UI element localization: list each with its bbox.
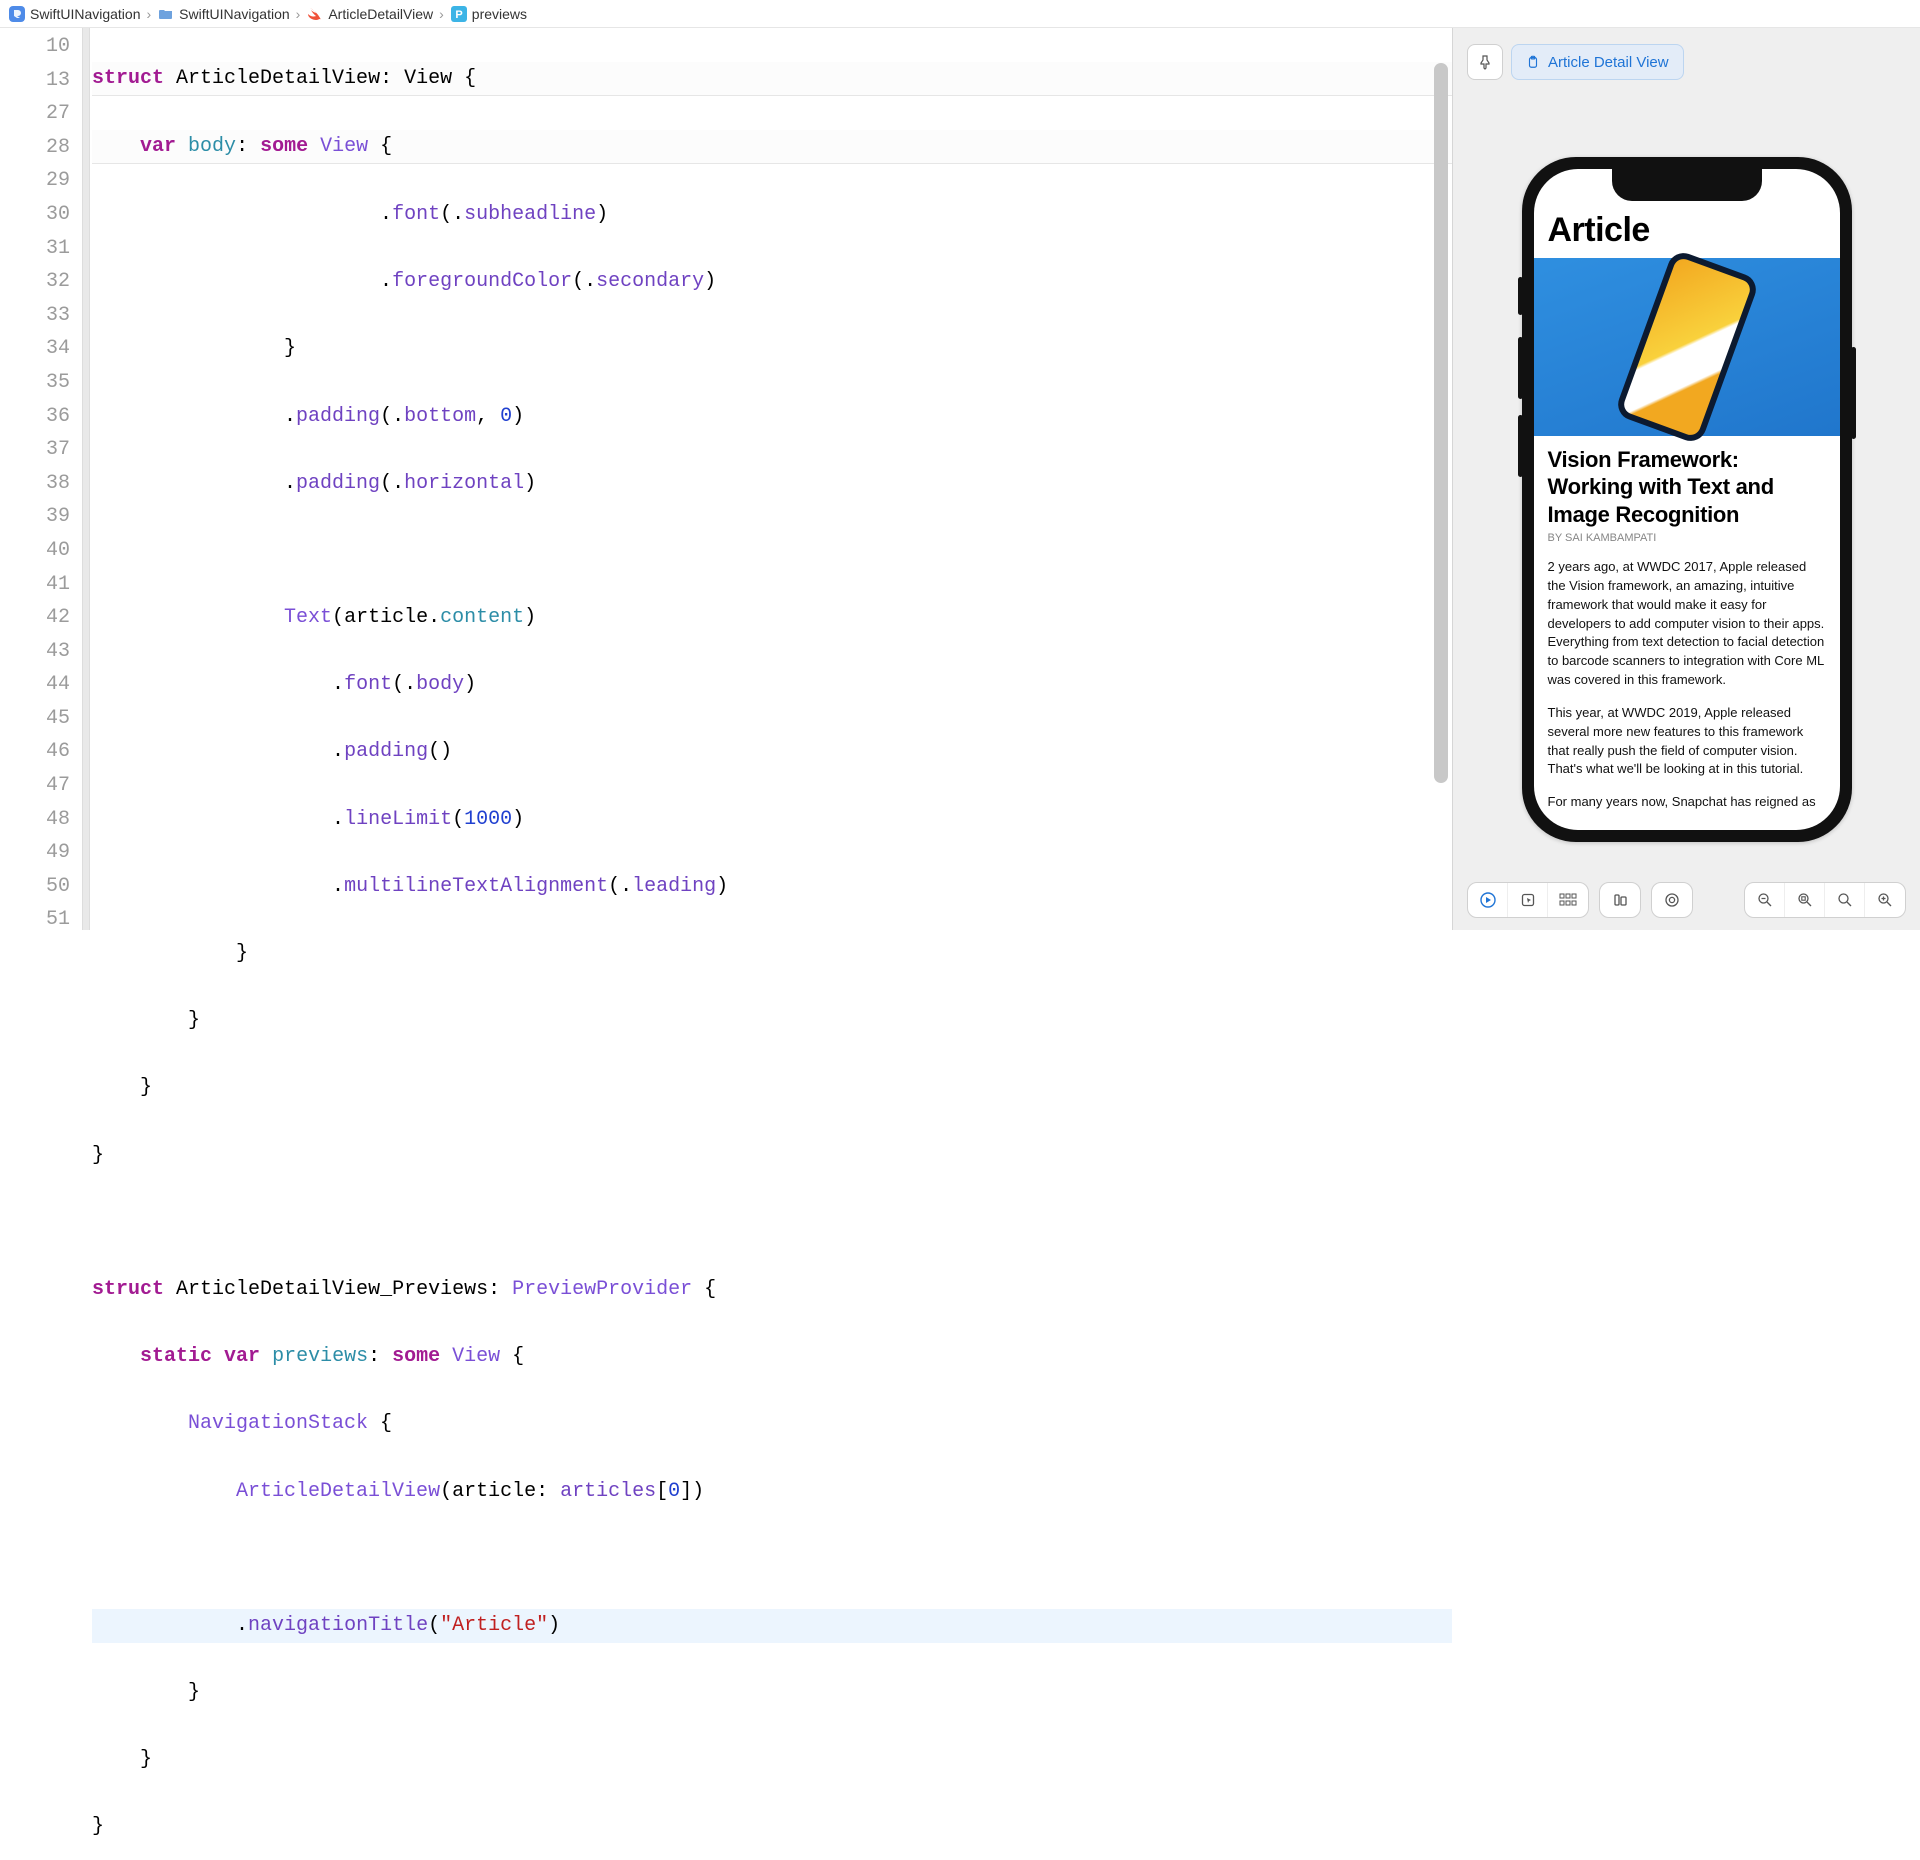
zoom-in-button[interactable] [1865, 883, 1905, 917]
preview-settings-button[interactable] [1651, 882, 1693, 918]
live-preview-button[interactable] [1468, 883, 1508, 917]
article-hero-image [1534, 258, 1840, 436]
device-settings-button[interactable] [1599, 882, 1641, 918]
folder-icon [157, 5, 175, 23]
zoom-100-button[interactable] [1825, 883, 1865, 917]
preview-bottom-toolbar [1467, 882, 1906, 918]
breadcrumb-symbol[interactable]: previews [472, 6, 527, 22]
variants-preview-button[interactable] [1548, 883, 1588, 917]
zoom-fit-button[interactable] [1785, 883, 1825, 917]
device-frame: Article Vision Framework: Working with T… [1522, 157, 1852, 842]
device-notch [1612, 169, 1762, 201]
code-area[interactable]: struct ArticleDetailView: View { var bod… [90, 28, 1452, 930]
chevron-right-icon: › [439, 6, 444, 22]
preview-pane: Article Detail View Article Vision Frame… [1452, 28, 1920, 930]
device-settings-icon[interactable] [1600, 883, 1640, 917]
article-title: Vision Framework: Working with Text and … [1548, 446, 1826, 529]
code-ribbon [82, 28, 90, 930]
pin-button[interactable] [1467, 44, 1503, 80]
preview-label-chip[interactable]: Article Detail View [1511, 44, 1684, 80]
preview-mode-group[interactable] [1467, 882, 1589, 918]
breadcrumb-file[interactable]: ArticleDetailView [328, 6, 433, 22]
property-icon: P [450, 5, 468, 23]
breadcrumb-project[interactable]: SwiftUINavigation [30, 6, 141, 22]
preview-settings-icon[interactable] [1652, 883, 1692, 917]
selectable-preview-button[interactable] [1508, 883, 1548, 917]
editor-scrollbar[interactable] [1434, 63, 1448, 783]
clipboard-icon [1526, 55, 1540, 69]
article-author: BY SAI KAMBAMPATI [1548, 532, 1826, 544]
chevron-right-icon: › [296, 6, 301, 22]
swift-file-icon [306, 5, 324, 23]
breadcrumb[interactable]: SwiftUINavigation › SwiftUINavigation › … [0, 0, 1920, 28]
zoom-group[interactable] [1744, 882, 1906, 918]
chevron-right-icon: › [147, 6, 152, 22]
app-icon [8, 5, 26, 23]
svg-text:P: P [455, 9, 462, 21]
code-editor[interactable]: 1013272829303132333435363738394041424344… [0, 28, 1452, 930]
preview-label-text: Article Detail View [1548, 54, 1669, 71]
line-gutter: 1013272829303132333435363738394041424344… [0, 28, 82, 930]
zoom-out-button[interactable] [1745, 883, 1785, 917]
article-body: 2 years ago, at WWDC 2017, Apple release… [1548, 558, 1826, 812]
device-screen[interactable]: Article Vision Framework: Working with T… [1534, 169, 1840, 830]
breadcrumb-folder[interactable]: SwiftUINavigation [179, 6, 290, 22]
